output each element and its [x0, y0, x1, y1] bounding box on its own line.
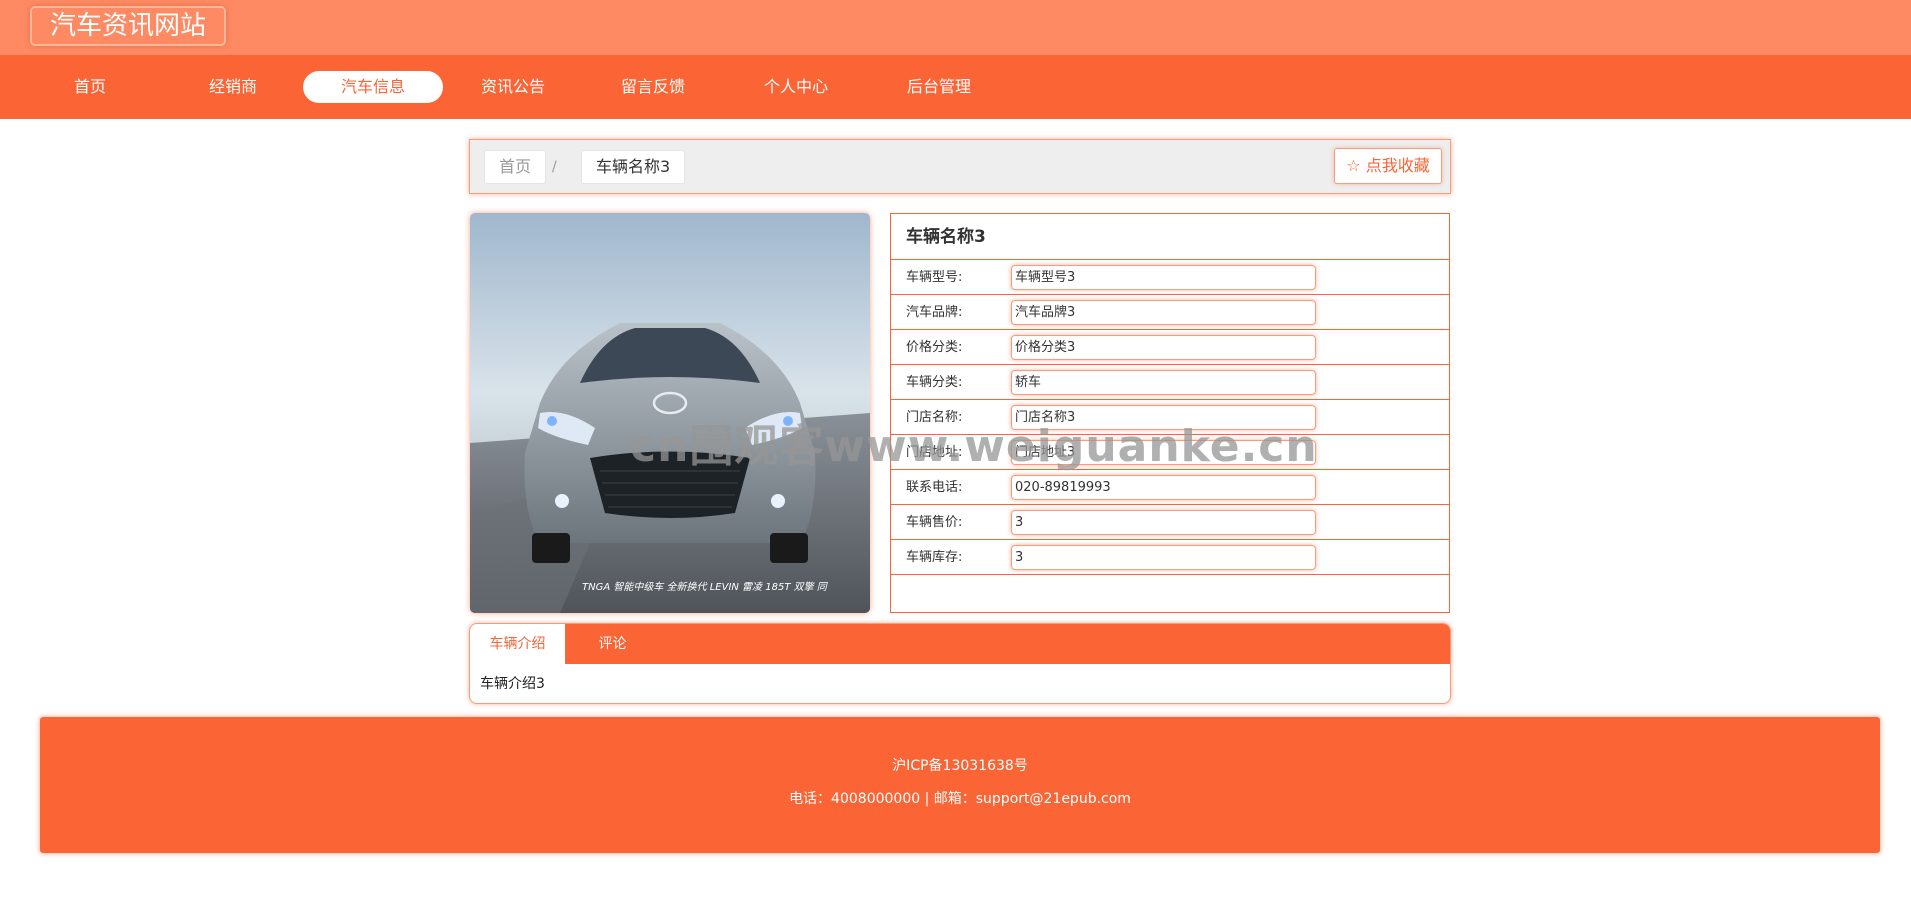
nav-item-news[interactable]: 资讯公告 — [443, 71, 583, 103]
field-label: 车辆型号: — [906, 270, 963, 285]
detail-row-store-address: 门店地址: 门店地址3 — [891, 435, 1449, 470]
phone-field[interactable]: 020-89819993 — [1011, 475, 1316, 500]
car-name-title: 车辆名称3 — [891, 214, 1449, 260]
tab-content: 车辆介绍3 — [480, 676, 545, 692]
store-address-field[interactable]: 门店地址3 — [1011, 440, 1316, 465]
nav-item-car-info[interactable]: 汽车信息 — [303, 71, 443, 103]
brand-field[interactable]: 汽车品牌3 — [1011, 300, 1316, 325]
main-nav: 首页 经销商 汽车信息 资讯公告 留言反馈 个人中心 后台管理 — [0, 55, 1911, 119]
footer-icp: 沪ICP备13031638号 — [892, 758, 1028, 774]
nav-item-admin[interactable]: 后台管理 — [869, 71, 1009, 103]
price-field[interactable]: 3 — [1011, 510, 1316, 535]
car-category-field[interactable]: 轿车 — [1011, 370, 1316, 395]
field-label: 汽车品牌: — [906, 305, 963, 320]
field-label: 门店名称: — [906, 410, 963, 425]
detail-row-brand: 汽车品牌: 汽车品牌3 — [891, 295, 1449, 330]
model-field[interactable]: 车辆型号3 — [1011, 265, 1316, 290]
breadcrumb: 首页 / 车辆名称3 ☆ 点我收藏 — [469, 139, 1451, 194]
footer: 沪ICP备13031638号 电话：4008000000 | 邮箱：suppor… — [40, 717, 1880, 853]
site-title[interactable]: 汽车资讯网站 — [30, 6, 226, 46]
store-name-field[interactable]: 门店名称3 — [1011, 405, 1316, 430]
field-label: 门店地址: — [906, 445, 963, 460]
detail-tabs: 车辆介绍 评论 车辆介绍3 — [469, 623, 1451, 704]
top-header: 汽车资讯网站 — [0, 0, 1911, 55]
field-label: 车辆库存: — [906, 550, 963, 565]
car-photo-illustration: TNGA 智能中级车 全新换代 LEVIN 雷凌 185T 双擎 同 — [470, 213, 870, 613]
car-image-caption: TNGA 智能中级车 全新换代 LEVIN 雷凌 185T 双擎 同 — [582, 581, 829, 593]
breadcrumb-current: 车辆名称3 — [581, 150, 686, 184]
car-detail-panel: 车辆名称3 车辆型号: 车辆型号3 汽车品牌: 汽车品牌3 价格分类: 价格分类… — [890, 213, 1450, 613]
detail-row-phone: 联系电话: 020-89819993 — [891, 470, 1449, 505]
detail-row-store-name: 门店名称: 门店名称3 — [891, 400, 1449, 435]
detail-row-stock: 车辆库存: 3 — [891, 540, 1449, 575]
detail-row-price-category: 价格分类: 价格分类3 — [891, 330, 1449, 365]
stock-field[interactable]: 3 — [1011, 545, 1316, 570]
breadcrumb-home[interactable]: 首页 — [484, 150, 547, 184]
field-label: 价格分类: — [906, 340, 963, 355]
nav-item-feedback[interactable]: 留言反馈 — [583, 71, 723, 103]
detail-row-model: 车辆型号: 车辆型号3 — [891, 260, 1449, 295]
nav-item-profile[interactable]: 个人中心 — [726, 71, 866, 103]
detail-row-car-category: 车辆分类: 轿车 — [891, 365, 1449, 400]
field-label: 联系电话: — [906, 480, 963, 495]
tab-bar: 车辆介绍 评论 — [470, 624, 1450, 664]
footer-contact: 电话：4008000000 | 邮箱：support@21epub.com — [789, 791, 1131, 807]
price-category-field[interactable]: 价格分类3 — [1011, 335, 1316, 360]
field-label: 车辆分类: — [906, 375, 963, 390]
detail-row-price: 车辆售价: 3 — [891, 505, 1449, 540]
favorite-button[interactable]: ☆ 点我收藏 — [1334, 148, 1442, 184]
field-label: 车辆售价: — [906, 515, 963, 530]
breadcrumb-separator: / — [552, 159, 557, 175]
tab-car-intro[interactable]: 车辆介绍 — [470, 624, 565, 664]
tab-comments[interactable]: 评论 — [565, 624, 660, 664]
nav-item-home[interactable]: 首页 — [20, 71, 160, 103]
nav-item-dealers[interactable]: 经销商 — [163, 71, 303, 103]
car-image[interactable]: TNGA 智能中级车 全新换代 LEVIN 雷凌 185T 双擎 同 — [470, 213, 870, 613]
